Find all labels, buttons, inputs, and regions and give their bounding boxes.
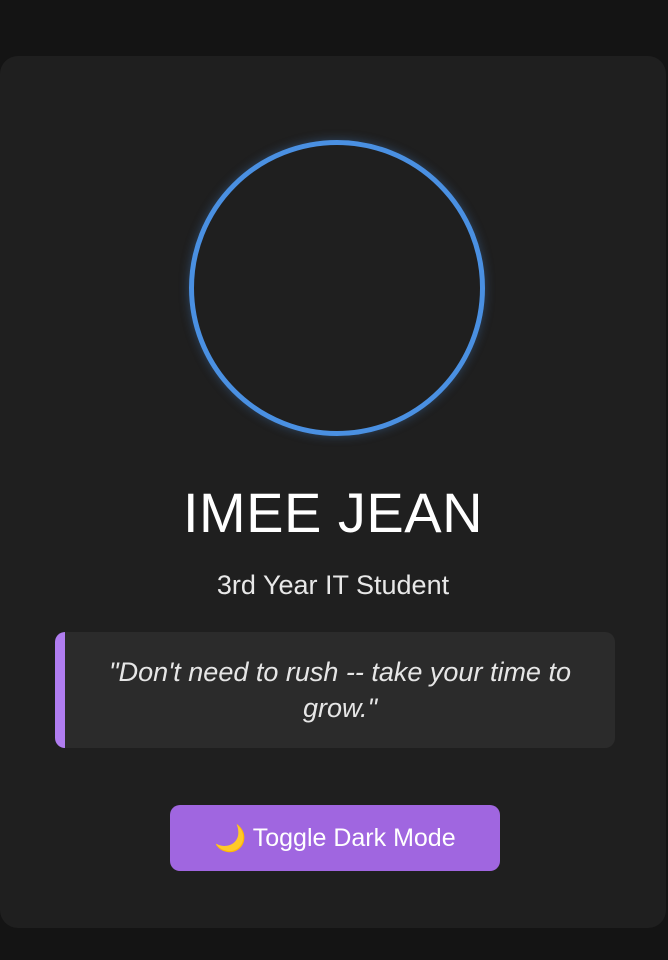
- avatar: [189, 140, 485, 436]
- quote-text: "Don't need to rush -- take your time to…: [109, 657, 571, 723]
- profile-role: 3rd Year IT Student: [216, 570, 450, 600]
- profile-name: IMEE JEAN: [182, 481, 484, 544]
- quote-box: "Don't need to rush -- take your time to…: [55, 632, 615, 748]
- moon-icon: 🌙: [214, 822, 247, 853]
- toggle-dark-mode-label: Toggle Dark Mode: [252, 823, 456, 852]
- profile-card: IMEE JEAN 3rd Year IT Student "Don't nee…: [0, 56, 666, 928]
- toggle-dark-mode-button[interactable]: 🌙 Toggle Dark Mode: [170, 805, 500, 871]
